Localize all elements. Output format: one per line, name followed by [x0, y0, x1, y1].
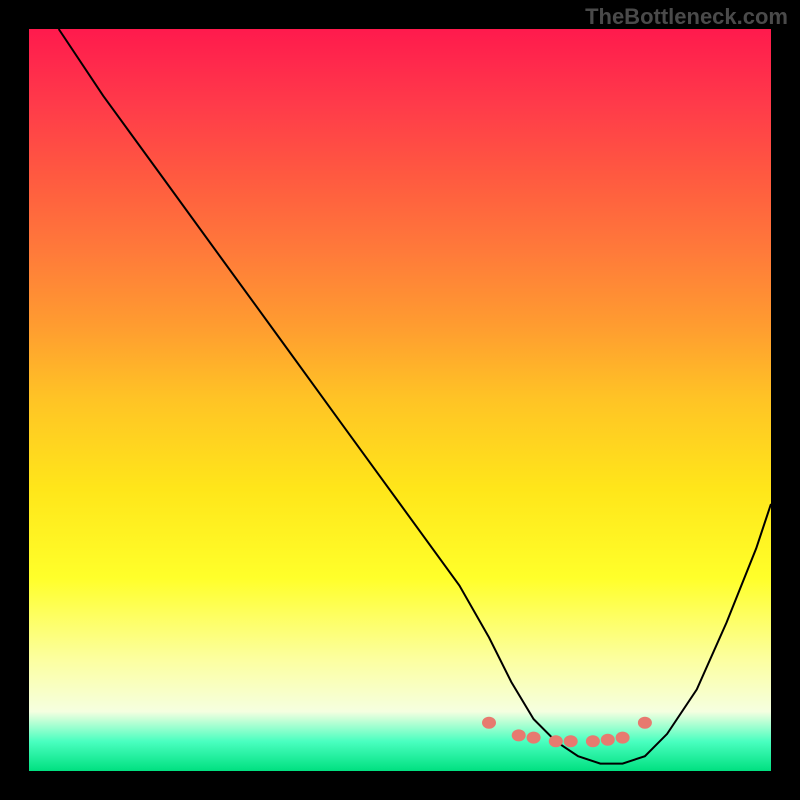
marker-point	[512, 729, 526, 741]
chart-container: TheBottleneck.com	[0, 0, 800, 800]
marker-point	[586, 735, 600, 747]
marker-point	[638, 717, 652, 729]
marker-point	[564, 735, 578, 747]
chart-svg	[29, 29, 771, 771]
watermark-text: TheBottleneck.com	[585, 4, 788, 30]
marker-group	[482, 717, 652, 748]
marker-point	[549, 735, 563, 747]
marker-point	[616, 732, 630, 744]
marker-point	[482, 717, 496, 729]
plot-area	[29, 29, 771, 771]
bottleneck-curve	[59, 29, 771, 764]
marker-point	[601, 734, 615, 746]
marker-point	[527, 732, 541, 744]
